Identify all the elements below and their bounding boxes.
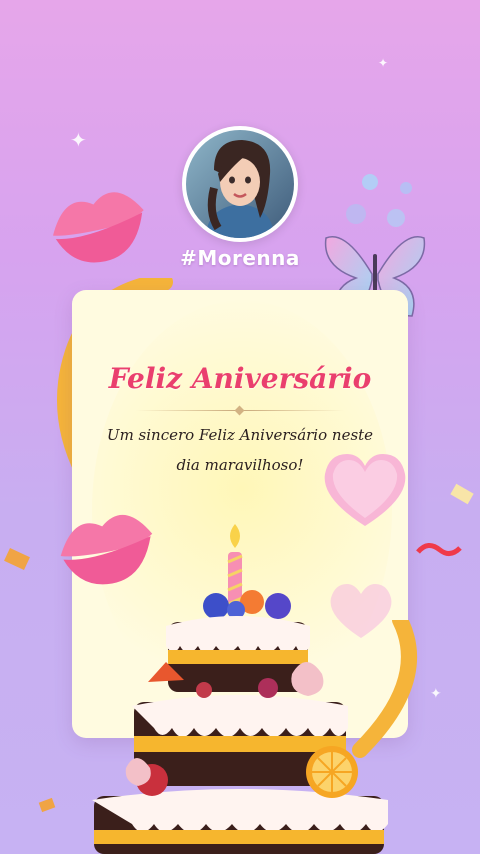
card-title: Feliz Aniversário — [108, 362, 372, 395]
avatar[interactable] — [182, 126, 298, 242]
lips-kiss-icon — [53, 192, 144, 263]
birthday-cake-icon — [92, 524, 388, 854]
glitter-heart-icon — [324, 454, 406, 526]
avatar-image — [186, 130, 294, 238]
heart-sparkles-decoration — [346, 174, 412, 227]
